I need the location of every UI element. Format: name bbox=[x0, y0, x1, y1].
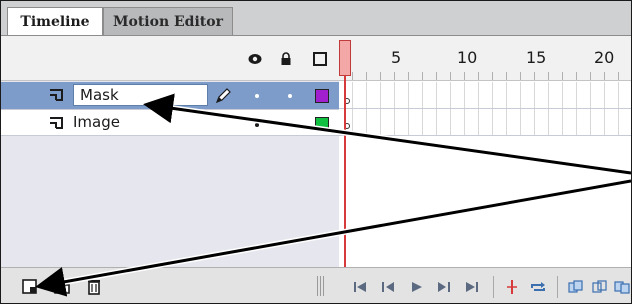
tab-motion-editor[interactable]: Motion Editor bbox=[103, 7, 233, 35]
frame-ruler-ticks bbox=[352, 72, 631, 80]
edit-multiple-frames-icon[interactable] bbox=[613, 278, 631, 296]
tab-timeline[interactable]: Timeline bbox=[7, 7, 103, 35]
layer-color-swatch[interactable] bbox=[315, 89, 329, 103]
loop-icon[interactable] bbox=[529, 278, 547, 296]
frame-number: 5 bbox=[391, 48, 402, 67]
first-frame-icon[interactable] bbox=[351, 278, 369, 296]
layer-row-mask[interactable]: Mask bbox=[1, 82, 339, 109]
new-folder-icon[interactable] bbox=[53, 278, 71, 296]
layer-icon bbox=[50, 89, 63, 101]
timeline-header: l 5 10 15 20 bbox=[1, 36, 631, 81]
frame-number: 15 bbox=[526, 48, 547, 67]
layer-list: Mask Image bbox=[1, 81, 339, 267]
bottom-toolbar bbox=[1, 267, 631, 303]
outline-icon[interactable] bbox=[313, 52, 327, 66]
frame-row-image[interactable] bbox=[339, 109, 631, 136]
eye-icon[interactable] bbox=[248, 52, 262, 66]
resize-grip[interactable] bbox=[317, 276, 325, 296]
onion-skin-outlines-icon[interactable] bbox=[591, 278, 609, 296]
frames-grid[interactable] bbox=[339, 81, 631, 267]
tab-bar: Timeline Motion Editor bbox=[1, 1, 631, 36]
last-frame-icon[interactable] bbox=[463, 278, 481, 296]
play-icon[interactable] bbox=[407, 278, 425, 296]
lock-toggle[interactable] bbox=[288, 123, 292, 127]
trash-icon[interactable] bbox=[85, 278, 103, 296]
layer-name-input[interactable]: Mask bbox=[73, 84, 208, 106]
lock-toggle[interactable] bbox=[288, 94, 292, 98]
visibility-toggle[interactable] bbox=[255, 94, 259, 98]
frame-number: 20 bbox=[594, 48, 615, 67]
lock-icon[interactable] bbox=[279, 52, 293, 66]
toolbar-separator bbox=[557, 276, 558, 298]
playhead-line bbox=[344, 76, 346, 281]
previous-frame-icon[interactable] bbox=[379, 278, 397, 296]
frame-row-mask[interactable] bbox=[339, 82, 631, 109]
onion-skin-icon[interactable] bbox=[567, 278, 585, 296]
timeline-panel: Timeline Motion Editor l 5 10 15 20 bbox=[0, 0, 632, 304]
center-frame-icon[interactable] bbox=[503, 278, 521, 296]
layer-color-swatch[interactable] bbox=[315, 117, 329, 131]
visibility-toggle[interactable] bbox=[255, 123, 259, 127]
next-frame-icon[interactable] bbox=[435, 278, 453, 296]
toolbar-separator bbox=[493, 276, 494, 298]
layer-row-image[interactable]: Image bbox=[1, 109, 339, 136]
new-layer-icon[interactable] bbox=[21, 278, 39, 296]
pencil-icon bbox=[215, 88, 231, 104]
layer-name: Image bbox=[73, 113, 120, 131]
frame-number: 10 bbox=[457, 48, 478, 67]
layer-icon bbox=[50, 117, 63, 129]
playhead-handle[interactable] bbox=[339, 40, 351, 76]
